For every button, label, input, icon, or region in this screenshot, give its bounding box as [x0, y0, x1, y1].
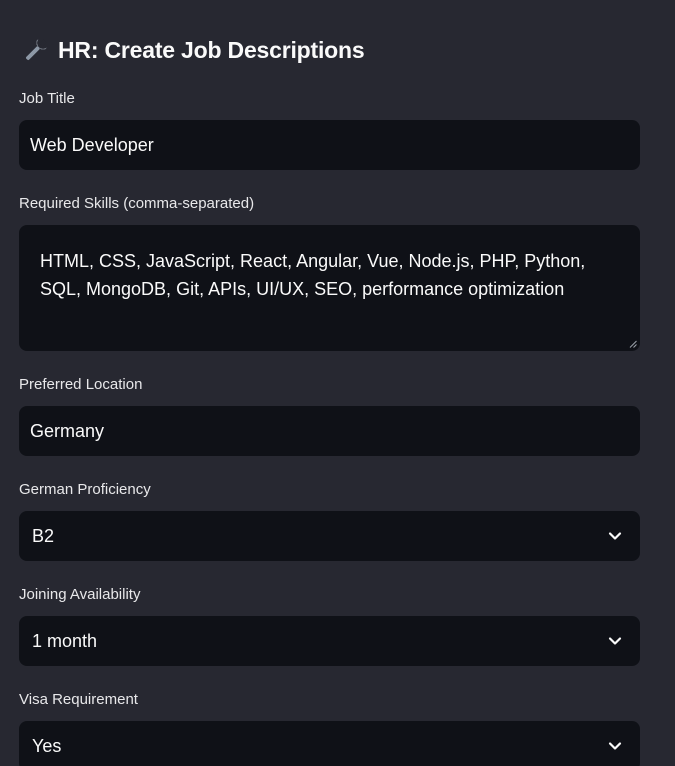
skills-label: Required Skills (comma-separated): [19, 195, 255, 212]
skills-value: HTML, CSS, JavaScript, React, Angular, V…: [40, 251, 586, 299]
resize-handle-icon[interactable]: [629, 340, 637, 348]
page: HR: Create Job Descriptions Job Title We…: [0, 0, 675, 766]
job-title-value: Web Developer: [30, 135, 154, 155]
chevron-down-icon: [608, 532, 622, 540]
location-field: Preferred Location Germany: [19, 375, 640, 456]
job-title-input[interactable]: Web Developer: [19, 120, 640, 170]
joining-availability-value: 1 month: [32, 631, 98, 651]
job-title-field: Job Title Web Developer: [19, 89, 640, 170]
wrench-icon: [22, 36, 50, 64]
visa-requirement-field: Visa Requirement Yes: [19, 690, 640, 766]
location-input[interactable]: Germany: [19, 406, 640, 456]
job-title-label: Job Title: [19, 90, 75, 107]
german-proficiency-select[interactable]: B2: [19, 511, 640, 561]
german-proficiency-field: German Proficiency B2: [19, 480, 640, 561]
skills-field: Required Skills (comma-separated) HTML, …: [19, 194, 640, 351]
page-title-text: HR: Create Job Descriptions: [58, 36, 365, 63]
visa-requirement-select[interactable]: Yes: [19, 721, 640, 766]
location-value: Germany: [30, 421, 105, 441]
skills-textarea[interactable]: HTML, CSS, JavaScript, React, Angular, V…: [19, 225, 640, 351]
german-proficiency-value: B2: [32, 526, 55, 546]
joining-availability-field: Joining Availability 1 month: [19, 585, 640, 666]
page-title: HR: Create Job Descriptions: [22, 34, 365, 66]
chevron-down-icon: [608, 637, 622, 645]
chevron-down-icon: [608, 742, 622, 750]
visa-requirement-value: Yes: [32, 736, 62, 756]
joining-availability-label: Joining Availability: [19, 586, 141, 603]
german-proficiency-label: German Proficiency: [19, 481, 151, 498]
location-label: Preferred Location: [19, 376, 143, 393]
joining-availability-select[interactable]: 1 month: [19, 616, 640, 666]
visa-requirement-label: Visa Requirement: [19, 691, 138, 708]
